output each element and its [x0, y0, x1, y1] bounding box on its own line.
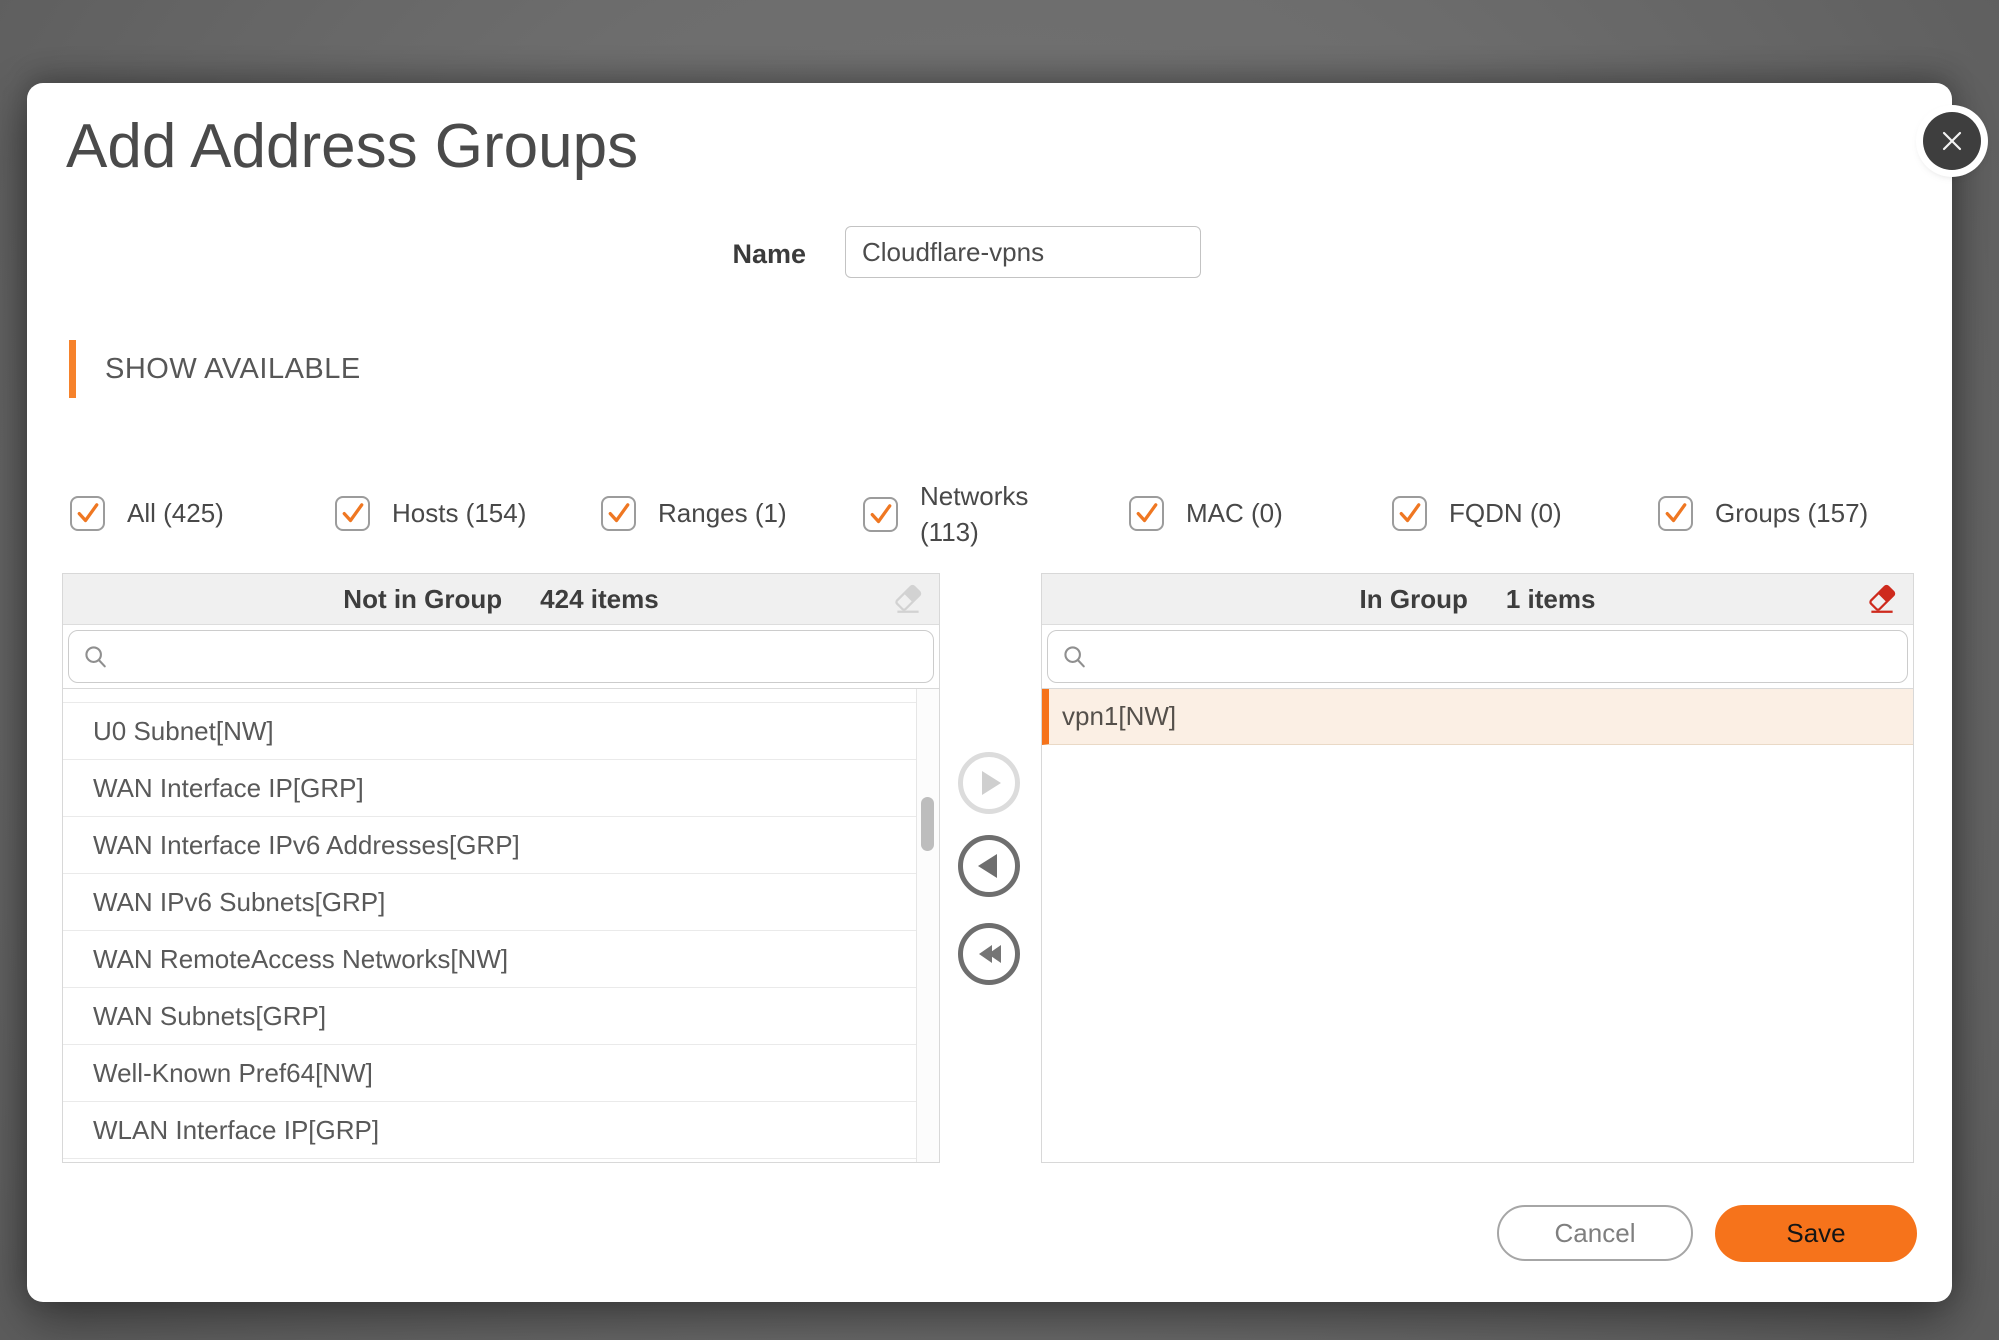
scrollbar-thumb[interactable]: [921, 797, 934, 851]
list-item[interactable]: WAN IPv6 Subnets[GRP]: [63, 874, 917, 931]
not-in-group-search-input[interactable]: [68, 630, 934, 683]
panel-item-count: 1 items: [1506, 584, 1596, 615]
name-input[interactable]: [845, 226, 1201, 278]
checkbox-checked-icon[interactable]: [1658, 496, 1693, 531]
selected-list-item[interactable]: vpn1[NW]: [1042, 689, 1913, 745]
not-in-group-list: U0 Subnet[NW] WAN Interface IP[GRP] WAN …: [63, 688, 939, 1162]
in-group-panel: In Group 1 items: [1041, 573, 1914, 1163]
partial-list-row: [63, 689, 917, 703]
filter-checkbox-item[interactable]: FQDN (0): [1392, 495, 1562, 531]
eraser-icon: [1865, 582, 1899, 616]
in-group-search-row: [1047, 630, 1908, 683]
double-arrow-left-icon: [988, 945, 1001, 963]
filter-checkbox-item[interactable]: All (425): [70, 495, 224, 531]
clear-left-selection-button[interactable]: [889, 580, 927, 618]
list-item[interactable]: WAN Interface IPv6 Addresses[GRP]: [63, 817, 917, 874]
list-item[interactable]: WLAN Interface IP[GRP]: [63, 1102, 917, 1159]
filter-label: Hosts (154): [392, 495, 526, 531]
filter-checkbox-item[interactable]: MAC (0): [1129, 495, 1283, 531]
move-left-button[interactable]: [958, 835, 1020, 897]
checkbox-checked-icon[interactable]: [863, 497, 898, 532]
filter-label: FQDN (0): [1449, 495, 1562, 531]
filter-checkbox-item[interactable]: Ranges (1): [601, 495, 787, 531]
list-item[interactable]: WAN Subnets[GRP]: [63, 988, 917, 1045]
filter-label: Groups (157): [1715, 495, 1868, 531]
list-item[interactable]: WAN Interface IP[GRP]: [63, 760, 917, 817]
close-icon: [1938, 127, 1966, 155]
panel-title: In Group: [1360, 584, 1468, 615]
save-button[interactable]: Save: [1715, 1205, 1917, 1262]
not-in-group-header: Not in Group 424 items: [63, 574, 939, 625]
filter-checkbox-item[interactable]: Hosts (154): [335, 495, 526, 531]
name-label: Name: [606, 239, 806, 270]
filter-label: Networks (113): [920, 478, 1048, 550]
checkbox-checked-icon[interactable]: [1129, 496, 1164, 531]
checkbox-checked-icon[interactable]: [335, 496, 370, 531]
clear-right-selection-button[interactable]: [1863, 580, 1901, 618]
in-group-header: In Group 1 items: [1042, 574, 1913, 625]
panel-item-count: 424 items: [540, 584, 659, 615]
in-group-search-input[interactable]: [1047, 630, 1908, 683]
list-item[interactable]: WAN RemoteAccess Networks[NW]: [63, 931, 917, 988]
move-all-left-button[interactable]: [958, 923, 1020, 985]
checkbox-checked-icon[interactable]: [70, 496, 105, 531]
list-item[interactable]: Well-Known Pref64[NW]: [63, 1045, 917, 1102]
filter-checkbox-item[interactable]: Networks (113): [863, 478, 1048, 550]
filter-label: All (425): [127, 495, 224, 531]
arrow-right-icon: [982, 771, 1001, 795]
panel-title: Not in Group: [343, 584, 502, 615]
page-title: Add Address Groups: [66, 111, 638, 182]
list-item[interactable]: U0 Subnet[NW]: [63, 703, 917, 760]
not-in-group-search-row: [68, 630, 934, 683]
close-button[interactable]: [1923, 112, 1981, 170]
cancel-button[interactable]: Cancel: [1497, 1205, 1693, 1261]
section-accent-bar: [69, 340, 76, 398]
filter-checkbox-item[interactable]: Groups (157): [1658, 495, 1868, 531]
filter-label: Ranges (1): [658, 495, 787, 531]
filter-label: MAC (0): [1186, 495, 1283, 531]
in-group-list: vpn1[NW]: [1042, 688, 1913, 1162]
section-title: SHOW AVAILABLE: [105, 353, 361, 386]
not-in-group-panel: Not in Group 424 items: [62, 573, 940, 1163]
add-address-groups-dialog: Add Address Groups Name SHOW AVAILABLE: [27, 83, 1952, 1302]
move-right-button[interactable]: [958, 752, 1020, 814]
scrollbar-track[interactable]: [916, 689, 939, 1162]
eraser-icon: [891, 582, 925, 616]
checkbox-checked-icon[interactable]: [1392, 496, 1427, 531]
screen-overlay-background: Add Address Groups Name SHOW AVAILABLE: [0, 0, 1999, 1340]
checkbox-checked-icon[interactable]: [601, 496, 636, 531]
arrow-left-icon: [978, 854, 997, 878]
